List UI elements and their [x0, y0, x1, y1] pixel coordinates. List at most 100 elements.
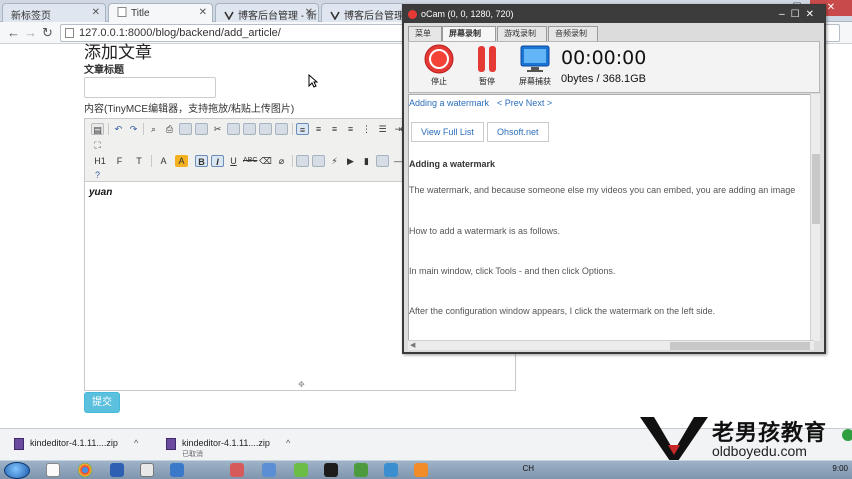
ocam-window-controls[interactable]: –☐✕: [779, 6, 820, 23]
top-link[interactable]: Adding a watermark: [409, 98, 489, 108]
app-icon[interactable]: [170, 463, 184, 477]
download-item[interactable]: kindeditor-4.1.11....zip 已取消 ^: [166, 436, 306, 458]
undo-icon[interactable]: ↶: [112, 123, 125, 135]
capture-label: 屏幕捕获: [519, 77, 551, 86]
redo-icon[interactable]: ↷: [127, 123, 140, 135]
ocam-titlebar[interactable]: oCam (0, 0, 1280, 720) –☐✕: [404, 6, 824, 23]
scroll-thumb[interactable]: [670, 342, 810, 350]
scroll-thumb[interactable]: [812, 154, 820, 224]
align-center-icon[interactable]: ≡: [312, 123, 325, 135]
reload-icon[interactable]: ↻: [42, 25, 53, 41]
pycharm-icon[interactable]: [324, 463, 338, 477]
font-family-icon[interactable]: F: [113, 155, 126, 167]
screen-capture-button[interactable]: 屏幕捕获: [515, 44, 555, 87]
ordered-list-icon[interactable]: ⋮: [360, 123, 373, 135]
ocam-logo-icon: [408, 10, 417, 19]
bold-icon[interactable]: B: [195, 155, 208, 167]
heading-icon[interactable]: H1: [91, 155, 109, 167]
app-icon[interactable]: [384, 463, 398, 477]
clock[interactable]: 9:00: [832, 464, 848, 473]
view-full-list-button[interactable]: View Full List: [411, 122, 484, 142]
app-icon[interactable]: [354, 463, 368, 477]
scroll-left-icon[interactable]: ◀: [410, 341, 415, 349]
brand-url: oldboyedu.com: [712, 443, 807, 459]
resize-handle-icon[interactable]: ✥: [298, 380, 305, 389]
ohsoft-link[interactable]: Ohsoft.net: [487, 122, 549, 142]
strikethrough-icon[interactable]: ABC: [243, 155, 257, 167]
source-icon[interactable]: ▤: [91, 123, 104, 135]
pause-button[interactable]: 暂停: [467, 44, 507, 87]
app-icon[interactable]: [294, 463, 308, 477]
tab-close-icon[interactable]: ✕: [305, 7, 313, 18]
multi-image-icon[interactable]: [312, 155, 325, 167]
highlight-icon[interactable]: A: [175, 155, 188, 167]
tab-blog-admin-2[interactable]: 博客后台管理 - 新: [321, 3, 405, 22]
template-icon[interactable]: [179, 123, 192, 135]
image-icon[interactable]: [296, 155, 309, 167]
paste-word-icon[interactable]: [275, 123, 288, 135]
preview-icon[interactable]: ⌕: [147, 123, 160, 135]
align-right-icon[interactable]: ≡: [328, 123, 341, 135]
site-favicon-icon: [330, 11, 340, 20]
ocam-tab-menu[interactable]: 菜单: [408, 26, 442, 41]
code-icon[interactable]: [195, 123, 208, 135]
forward-icon[interactable]: →: [24, 25, 37, 40]
tab-close-icon[interactable]: ✕: [92, 7, 100, 18]
recording-size: 0bytes / 368.1GB: [561, 73, 646, 85]
explorer-icon[interactable]: [46, 463, 60, 477]
italic-icon[interactable]: I: [211, 155, 224, 167]
copy-icon[interactable]: [227, 123, 240, 135]
horizontal-scrollbar[interactable]: ◀: [408, 340, 814, 350]
chevron-up-icon[interactable]: ^: [134, 438, 138, 448]
paste-icon[interactable]: [243, 123, 256, 135]
tab-new-tab[interactable]: 新标签页 ✕: [2, 3, 106, 22]
tab-close-icon[interactable]: ✕: [199, 7, 207, 18]
chrome-icon[interactable]: [78, 463, 92, 477]
prev-next-link[interactable]: < Prev Next >: [497, 98, 552, 108]
ocam-tab-game-record[interactable]: 游戏录制: [497, 26, 547, 41]
fullscreen-icon[interactable]: ⛶: [91, 139, 104, 151]
editor-body-text[interactable]: yuan: [89, 187, 112, 198]
back-icon[interactable]: ←: [7, 25, 20, 40]
app-icon[interactable]: [262, 463, 276, 477]
unordered-list-icon[interactable]: ☰: [376, 123, 389, 135]
tab-title-page[interactable]: Title ✕: [108, 3, 213, 22]
app-icon[interactable]: [140, 463, 154, 477]
clear-format-icon[interactable]: ⌫: [259, 155, 272, 167]
article-link: Adding a watermark < Prev Next >: [409, 98, 552, 108]
print-icon[interactable]: ⎙: [163, 123, 176, 135]
download-item[interactable]: kindeditor-4.1.11....zip ^: [14, 436, 154, 458]
ocam-taskbar-icon[interactable]: [414, 463, 428, 477]
media-icon[interactable]: ▶: [344, 155, 357, 167]
align-left-icon[interactable]: ≡: [296, 123, 309, 135]
table-icon[interactable]: [376, 155, 389, 167]
remove-format-icon[interactable]: ⌀: [275, 155, 288, 167]
align-justify-icon[interactable]: ≡: [344, 123, 357, 135]
stop-label: 停止: [431, 77, 447, 86]
file-icon[interactable]: ▮: [360, 155, 373, 167]
stop-button[interactable]: 停止: [419, 44, 459, 87]
chevron-up-icon[interactable]: ^: [286, 438, 290, 448]
taskbar: CH 9:00: [0, 460, 852, 479]
flash-icon[interactable]: ⚡: [328, 155, 341, 167]
underline-icon[interactable]: U: [227, 155, 240, 167]
cut-icon[interactable]: ✂: [211, 123, 224, 135]
font-size-icon[interactable]: T: [131, 155, 147, 167]
page-info-icon[interactable]: [65, 28, 74, 38]
font-color-icon[interactable]: A: [157, 155, 170, 167]
app-icon[interactable]: [110, 463, 124, 477]
article-paragraph: The watermark, and because someone else …: [409, 185, 796, 195]
about-icon[interactable]: ?: [91, 169, 104, 181]
title-input[interactable]: [84, 77, 216, 98]
tab-blog-admin-1[interactable]: 博客后台管理 - 新 ✕: [215, 3, 319, 22]
language-indicator[interactable]: CH: [522, 464, 534, 473]
app-icon[interactable]: [230, 463, 244, 477]
submit-button[interactable]: 提交: [84, 392, 120, 413]
paste-text-icon[interactable]: [259, 123, 272, 135]
page-title: 添加文章: [84, 43, 152, 63]
ocam-tab-audio-record[interactable]: 音频录制: [548, 26, 598, 41]
ocam-tab-screen-record[interactable]: 屏幕录制: [442, 26, 496, 41]
ocam-web-view: Adding a watermark < Prev Next > View Ful…: [408, 94, 814, 341]
start-button[interactable]: [4, 462, 30, 479]
vertical-scrollbar[interactable]: [810, 94, 820, 341]
